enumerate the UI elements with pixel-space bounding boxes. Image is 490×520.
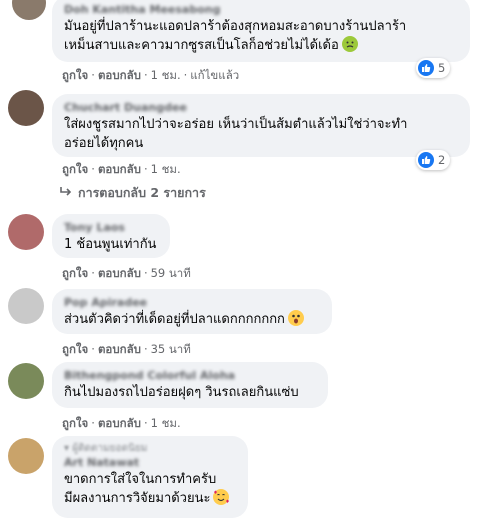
timestamp[interactable]: 1 ชม. <box>151 68 181 82</box>
avatar[interactable] <box>8 363 44 399</box>
comment-text-line: ใส่ผงชูรสมากไปว่าจะอร่อย เห็นว่าเป็นส้มต… <box>64 117 408 132</box>
comment-text-line: ส่วนตัวคิดว่าที่เด็ดอยู่ที่ปลาแดกกกกกกก <box>64 310 320 329</box>
comment-author[interactable]: Tony Laos <box>64 220 158 235</box>
like-link[interactable]: ถูกใจ <box>62 68 88 82</box>
comment-text: ส่วนตัวคิดว่าที่เด็ดอยู่ที่ปลาแดกกกกกกก <box>64 312 285 327</box>
reply-arrow-icon <box>60 185 72 200</box>
comment-actions: ถูกใจ · ตอบกลับ · 1 ชม. · แก้ไขแล้ว <box>62 67 239 83</box>
like-link[interactable]: ถูกใจ <box>62 266 88 280</box>
comment-text: มีผลงานการวิจัยมาด้วยนะ <box>64 491 211 506</box>
comment-author[interactable]: Bithengpond Colorful Aloha <box>64 368 316 383</box>
comment-text-line: มันอยู่ที่ปลาร้านะแอดปลาร้าต้องสุกหอมสะอ… <box>64 19 407 34</box>
timestamp[interactable]: 35 นาที <box>151 342 191 356</box>
like-icon <box>418 60 434 76</box>
comment-actions: ถูกใจ · ตอบกลับ · 59 นาที <box>62 265 191 281</box>
comment-bubble: ▾ ผู้ติดตามยอดนิยม Art Natawat ขาดการใส่… <box>52 436 248 518</box>
reply-link[interactable]: ตอบกลับ <box>98 416 141 430</box>
comment-actions: ถูกใจ · ตอบกลับ · 35 นาที <box>62 341 191 357</box>
comment-author[interactable]: Chuchart Duangdee <box>64 100 458 115</box>
astonished-face-icon <box>287 310 304 326</box>
separator: · <box>91 416 95 430</box>
comment-author[interactable]: Doh Kantitha Meesabong <box>64 2 458 17</box>
top-fan-label: ผู้ติดตามยอดนิยม <box>72 443 148 454</box>
comment-bubble: Chuchart Duangdee ใส่ผงชูรสมากไปว่าจะอร่… <box>52 94 470 157</box>
timestamp[interactable]: 1 ชม. <box>151 416 181 430</box>
separator: · <box>143 162 148 176</box>
avatar[interactable] <box>8 438 44 474</box>
timestamp[interactable]: 1 ชม. <box>151 162 181 176</box>
separator: · <box>143 266 148 280</box>
comment-text-line: อร่อยได้ทุกคน <box>64 136 144 151</box>
comment-bubble: Doh Kantitha Meesabong มันอยู่ที่ปลาร้าน… <box>52 0 470 62</box>
nauseated-face-icon <box>341 36 358 52</box>
avatar[interactable] <box>12 0 46 20</box>
reaction-count[interactable]: 5 <box>416 58 451 78</box>
reply-link[interactable]: ตอบกลับ <box>98 342 141 356</box>
comment-text-line: ขาดการใส่ใจในการทำครับ <box>64 472 217 487</box>
reply-link[interactable]: ตอบกลับ <box>98 266 141 280</box>
separator: · <box>91 68 95 82</box>
top-fan-badge: ▾ ผู้ติดตามยอดนิยม <box>64 442 236 455</box>
view-replies-label: การตอบกลับ 2 รายการ <box>78 185 206 200</box>
avatar[interactable] <box>8 90 44 126</box>
badge-icon: ▾ <box>64 443 73 454</box>
like-link[interactable]: ถูกใจ <box>62 342 88 356</box>
comment-text-line: กินไปมองรถไปอร่อยฝุดๆ วินรถเลยกินแซ่บ <box>64 385 299 400</box>
separator: · <box>91 266 95 280</box>
edited-label[interactable]: แก้ไขแล้ว <box>190 68 239 82</box>
timestamp[interactable]: 59 นาที <box>151 266 191 280</box>
view-replies-link[interactable]: การตอบกลับ 2 รายการ <box>60 183 206 203</box>
reaction-count[interactable]: 2 <box>416 150 451 170</box>
comment-text-line: 1 ช้อนพูนเท่ากัน <box>64 237 157 252</box>
reaction-number: 2 <box>438 153 446 167</box>
separator: · <box>91 162 95 176</box>
avatar[interactable] <box>8 288 44 324</box>
comment-bubble: Bithengpond Colorful Aloha กินไปมองรถไปอ… <box>52 362 328 408</box>
separator: · <box>143 68 148 82</box>
comment-actions: ถูกใจ · ตอบกลับ · 1 ชม. <box>62 415 181 431</box>
reply-link[interactable]: ตอบกลับ <box>98 162 141 176</box>
comment-text-line: มีผลงานการวิจัยมาด้วยนะ <box>64 489 236 508</box>
separator: · <box>143 416 148 430</box>
reply-link[interactable]: ตอบกลับ <box>98 68 141 82</box>
separator: · <box>183 68 188 82</box>
comment-actions: ถูกใจ · ตอบกลับ · 1 ชม. <box>62 161 181 177</box>
comment-text-line: เหม็นสาบและคาวมากซูรสเป็นโลก็อช่วยไม่ได้… <box>64 36 458 55</box>
avatar[interactable] <box>8 214 44 250</box>
smiling-face-with-hearts-icon <box>213 489 230 505</box>
comment-bubble: Pop Apiradee ส่วนตัวคิดว่าที่เด็ดอยู่ที่… <box>52 289 332 334</box>
like-icon <box>418 152 434 168</box>
separator: · <box>91 342 95 356</box>
reaction-number: 5 <box>438 61 446 75</box>
comment-text: เหม็นสาบและคาวมากซูรสเป็นโลก็อช่วยไม่ได้… <box>64 38 339 53</box>
comment-author[interactable]: Art Natawat <box>64 455 236 470</box>
like-link[interactable]: ถูกใจ <box>62 162 88 176</box>
separator: · <box>143 342 148 356</box>
comment-bubble: Tony Laos 1 ช้อนพูนเท่ากัน <box>52 214 170 258</box>
like-link[interactable]: ถูกใจ <box>62 416 88 430</box>
comment-author[interactable]: Pop Apiradee <box>64 295 320 310</box>
